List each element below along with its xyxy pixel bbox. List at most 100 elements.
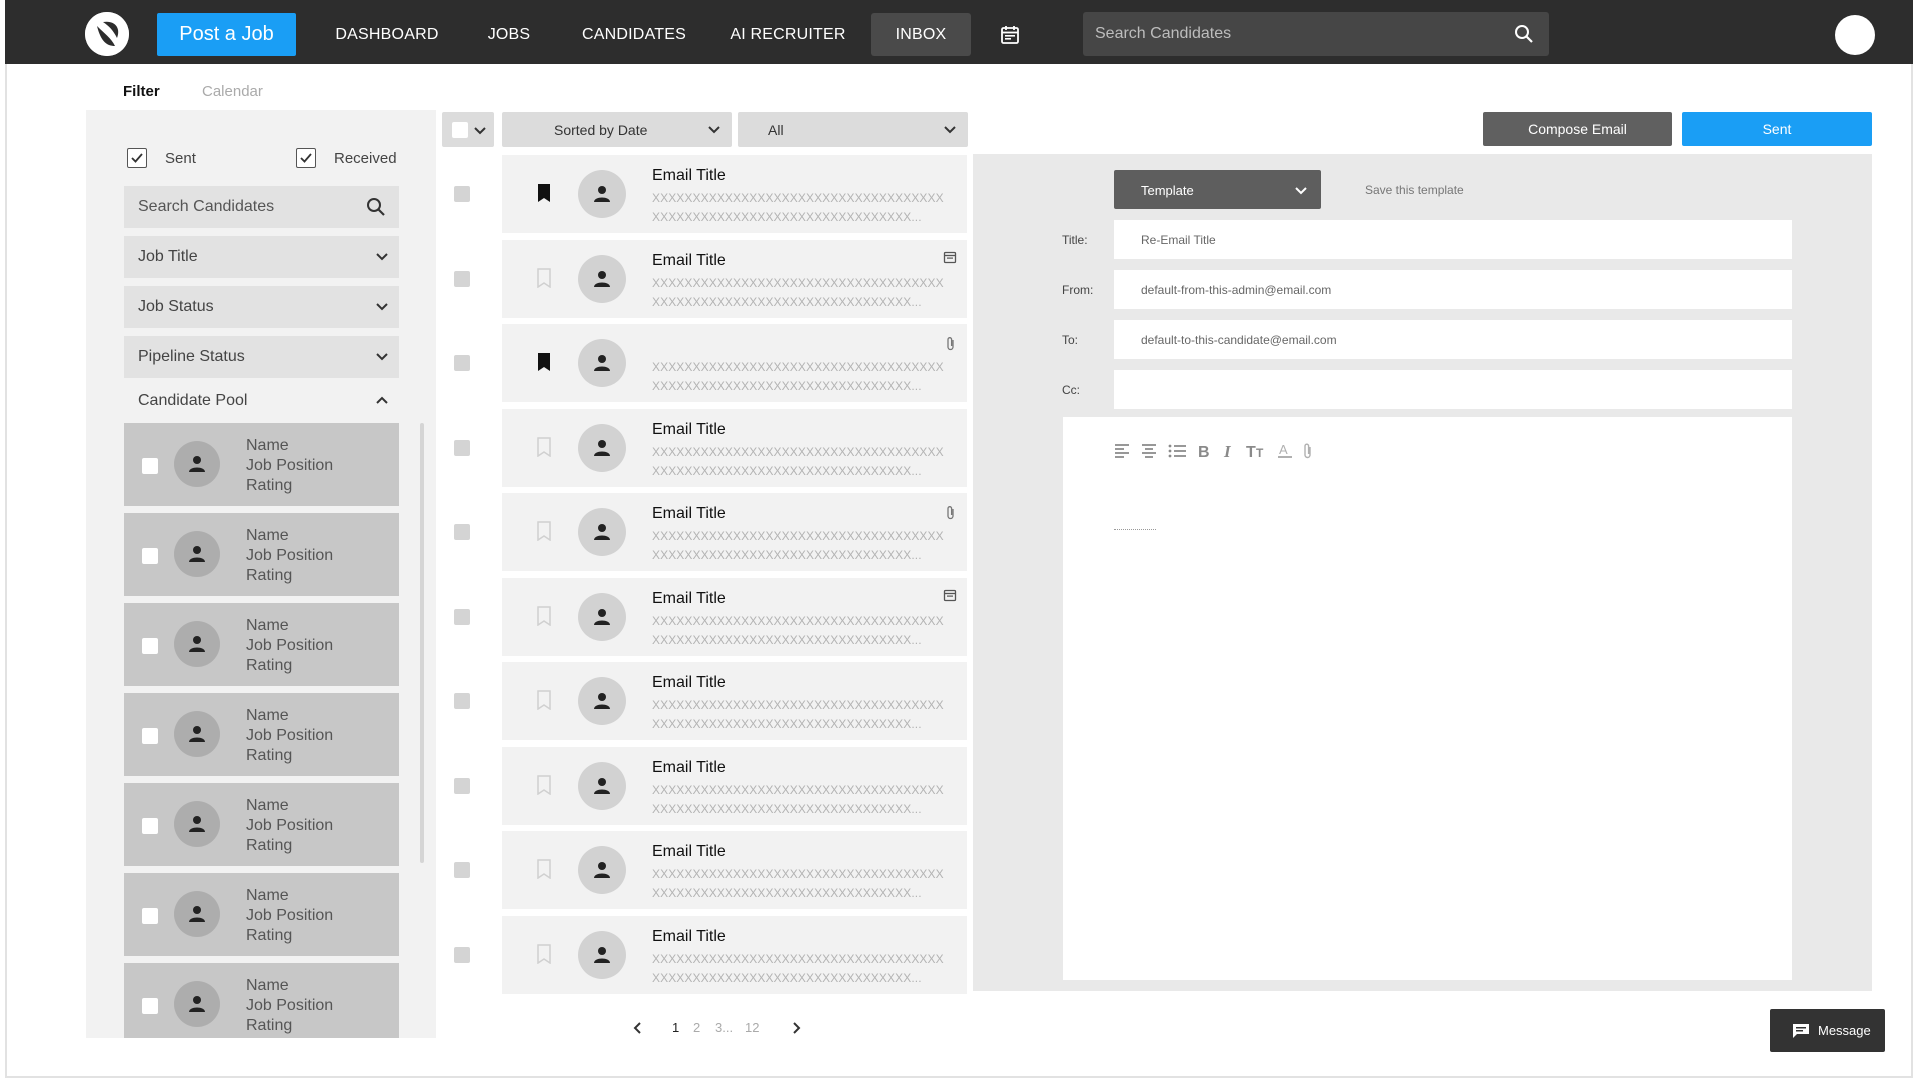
pool-scrollbar[interactable] [420, 423, 424, 863]
text-size-icon[interactable]: TT [1246, 442, 1268, 460]
chat-icon [1793, 1023, 1809, 1038]
candidate-card[interactable]: Name Job Position Rating [124, 423, 399, 506]
candidate-checkbox[interactable] [142, 458, 158, 474]
email-row[interactable]: Email Title XXXXXXXXXXXXXXXXXXXXXXXXXXXXX… [454, 915, 967, 994]
email-row[interactable]: Email Title XXXXXXXXXXXXXXXXXXXXXXXXXXXXX… [454, 662, 967, 740]
bookmark-filled-icon[interactable] [536, 352, 552, 372]
align-left-icon[interactable] [1113, 442, 1131, 460]
save-template-link[interactable]: Save this template [1365, 183, 1464, 197]
to-field[interactable] [1114, 320, 1792, 359]
attachment-icon[interactable] [1302, 442, 1314, 460]
bookmark-icon[interactable] [536, 605, 552, 626]
email-checkbox[interactable] [454, 608, 470, 625]
nav-dashboard[interactable]: DASHBOARD [332, 13, 442, 56]
email-checkbox[interactable] [454, 862, 470, 878]
nav-inbox[interactable]: INBOX [871, 13, 971, 56]
sent-checkbox[interactable] [127, 148, 147, 168]
candidate-checkbox[interactable] [142, 908, 158, 924]
svg-text:T: T [1246, 444, 1256, 460]
chevron-left-icon[interactable] [632, 1022, 644, 1034]
bookmark-icon[interactable] [536, 774, 552, 795]
candidate-pool-header[interactable]: Candidate Pool [124, 386, 399, 416]
search-icon[interactable] [1513, 23, 1535, 45]
email-checkbox[interactable] [454, 270, 470, 287]
nav-ai-recruiter[interactable]: AI RECRUITER [727, 13, 849, 56]
sent-button[interactable]: Sent [1682, 112, 1872, 146]
bookmark-icon[interactable] [536, 436, 552, 457]
email-row[interactable]: Email Title XXXXXXXXXXXXXXXXXXXXXXXXXXXXX… [454, 408, 967, 487]
bookmark-filled-icon[interactable] [536, 183, 552, 203]
calendar-icon[interactable] [999, 24, 1021, 46]
candidate-checkbox[interactable] [142, 728, 158, 744]
tab-calendar[interactable]: Calendar [202, 83, 263, 100]
email-checkbox[interactable] [454, 524, 470, 540]
title-field[interactable] [1114, 220, 1792, 259]
candidate-checkbox[interactable] [142, 998, 158, 1014]
select-all-checkbox[interactable] [452, 122, 468, 138]
candidate-search-input[interactable] [138, 186, 358, 228]
bullet-list-icon[interactable] [1167, 442, 1187, 460]
brand-logo-icon[interactable] [85, 12, 129, 56]
template-dropdown[interactable]: Template [1114, 170, 1321, 209]
tab-filter[interactable]: Filter [123, 83, 160, 100]
mail-filter-dropdown[interactable]: All [738, 112, 968, 147]
sort-label: Sorted by Date [554, 122, 648, 138]
post-job-button[interactable]: Post a Job [157, 13, 296, 56]
candidate-card[interactable]: Name Job Position Rating [124, 513, 399, 596]
email-row[interactable]: XXXXXXXXXXXXXXXXXXXXXXXXXXXXXXXXXXXX XXXX… [454, 324, 967, 402]
candidate-checkbox[interactable] [142, 548, 158, 564]
candidate-checkbox[interactable] [142, 818, 158, 834]
from-field[interactable] [1114, 270, 1792, 309]
top-search-input[interactable] [1095, 12, 1495, 56]
received-checkbox[interactable] [296, 148, 316, 168]
bookmark-icon[interactable] [536, 943, 552, 964]
email-row[interactable]: Email Title XXXXXXXXXXXXXXXXXXXXXXXXXXXXX… [454, 831, 967, 909]
page-1[interactable]: 1 [672, 1020, 679, 1035]
avatar [174, 531, 220, 577]
select-all-dropdown[interactable] [442, 112, 494, 147]
bookmark-icon[interactable] [536, 521, 552, 542]
job-status-dropdown[interactable]: Job Status [124, 286, 399, 328]
bookmark-icon[interactable] [536, 267, 552, 288]
email-row[interactable]: Email Title XXXXXXXXXXXXXXXXXXXXXXXXXXXXX… [454, 155, 967, 233]
cc-field[interactable] [1114, 370, 1792, 409]
italic-icon[interactable]: I [1221, 442, 1237, 460]
page-3[interactable]: 3... [715, 1020, 733, 1035]
candidate-card[interactable]: Name Job Position Rating [124, 873, 399, 956]
email-body-editor[interactable]: B I TT A [1063, 417, 1792, 980]
email-checkbox[interactable] [454, 355, 470, 371]
email-row[interactable]: Email Title XXXXXXXXXXXXXXXXXXXXXXXXXXXXX… [454, 577, 967, 656]
nav-candidates[interactable]: CANDIDATES [575, 13, 693, 56]
bold-icon[interactable]: B [1196, 442, 1212, 460]
candidate-card[interactable]: Name Job Position Rating [124, 693, 399, 776]
message-button[interactable]: Message [1770, 1009, 1885, 1052]
candidate-card[interactable]: Name Job Position Rating [124, 783, 399, 866]
email-checkbox[interactable] [454, 186, 470, 202]
compose-email-button[interactable]: Compose Email [1483, 112, 1672, 146]
email-checkbox[interactable] [454, 946, 470, 963]
page-2[interactable]: 2 [693, 1020, 700, 1035]
page-12[interactable]: 12 [745, 1020, 759, 1035]
bookmark-icon[interactable] [536, 690, 552, 711]
chevron-right-icon[interactable] [790, 1022, 802, 1034]
sort-dropdown[interactable]: Sorted by Date [502, 112, 732, 147]
font-color-icon[interactable]: A [1277, 442, 1293, 460]
pipeline-status-dropdown[interactable]: Pipeline Status [124, 336, 399, 378]
email-row[interactable]: Email Title XXXXXXXXXXXXXXXXXXXXXXXXXXXXX… [454, 239, 967, 318]
job-title-dropdown[interactable]: Job Title [124, 236, 399, 278]
bookmark-icon[interactable] [536, 859, 552, 880]
email-row[interactable]: Email Title XXXXXXXXXXXXXXXXXXXXXXXXXXXXX… [454, 493, 967, 571]
message-label: Message [1818, 1023, 1871, 1038]
email-checkbox[interactable] [454, 439, 470, 456]
email-row[interactable]: Email Title XXXXXXXXXXXXXXXXXXXXXXXXXXXXX… [454, 746, 967, 825]
align-center-icon[interactable] [1140, 442, 1158, 460]
candidate-checkbox[interactable] [142, 638, 158, 654]
user-avatar[interactable] [1835, 15, 1875, 55]
candidate-card[interactable]: Name Job Position Rating [124, 603, 399, 686]
email-checkbox[interactable] [454, 777, 470, 794]
nav-jobs[interactable]: JOBS [475, 13, 543, 56]
candidate-name: Name [246, 977, 289, 994]
search-icon[interactable] [365, 196, 387, 218]
email-checkbox[interactable] [454, 693, 470, 709]
candidate-card[interactable]: Name Job Position Rating [124, 963, 399, 1038]
